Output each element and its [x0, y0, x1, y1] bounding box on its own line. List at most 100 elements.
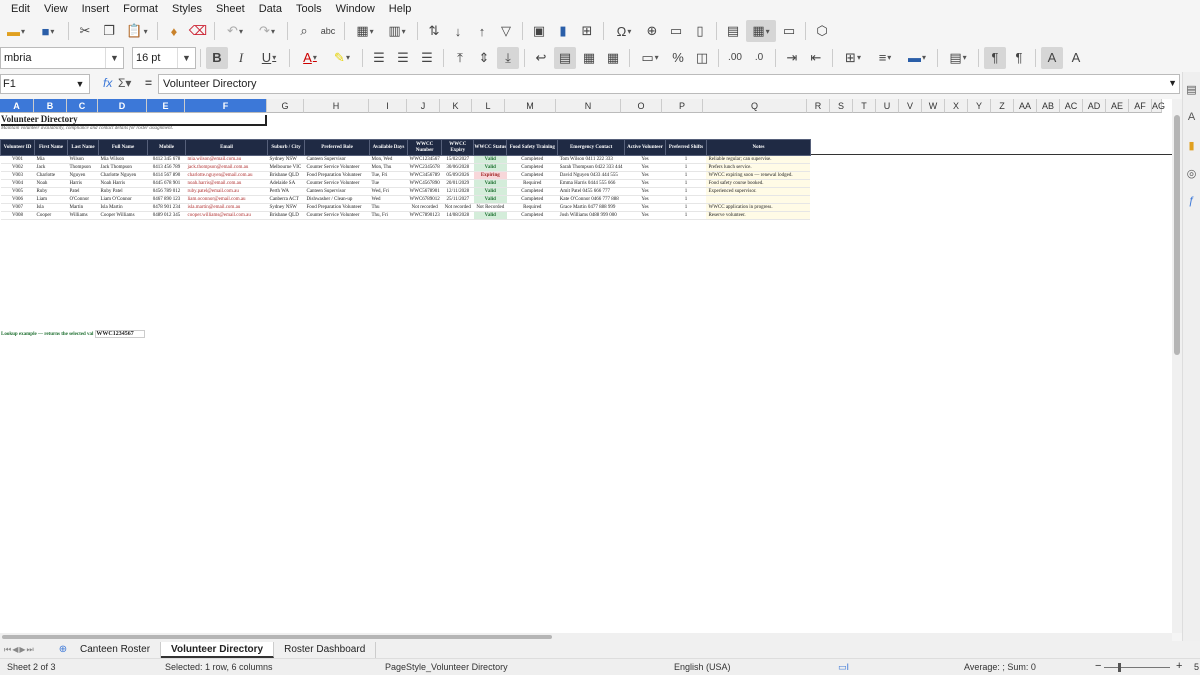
zoom-slider-handle[interactable] [1118, 663, 1121, 672]
zoom-slider[interactable] [1104, 667, 1170, 668]
table-cell[interactable]: 0413 456 789 [147, 163, 186, 172]
open-folder-icon[interactable]: ▬ [1, 20, 31, 42]
table-cell[interactable]: WWC6789012 [407, 195, 442, 204]
table-cell[interactable]: Wed, Fri [369, 187, 408, 196]
column-header[interactable]: N [556, 99, 621, 113]
table-cell[interactable]: Williams [67, 211, 99, 220]
tab-navigation-icon[interactable]: ⏮◀▶⏭ [0, 645, 56, 655]
menu-styles[interactable]: Styles [165, 3, 209, 15]
column-header[interactable]: AG [1152, 99, 1165, 113]
menu-sheet[interactable]: Sheet [209, 3, 252, 15]
table-cell[interactable]: Mon, Thu [369, 163, 408, 172]
table-cell[interactable]: Wilson [67, 155, 99, 164]
table-cell[interactable]: Kate O'Connor 0466 777 888 [557, 195, 625, 204]
autofilter-icon[interactable]: ▽ [495, 20, 517, 42]
table-cell[interactable]: Thu [369, 203, 408, 212]
table-cell[interactable]: 25/11/2027 [441, 195, 474, 204]
chevron-down-icon[interactable]: ▼ [105, 47, 123, 68]
align-bottom-icon[interactable]: ⤓ [497, 46, 519, 69]
function-wizard-icon[interactable]: fx [103, 76, 112, 90]
table-cell[interactable]: Food Preparation Volunteer [304, 171, 370, 180]
table-cell[interactable]: Valid [473, 187, 507, 196]
column-header[interactable]: R [807, 99, 830, 113]
table-cell[interactable]: cooper.williams@email.com.au [185, 211, 268, 220]
unmerge-cells-icon[interactable]: ▦ [602, 47, 624, 69]
sort-icon[interactable]: ⇅ [423, 20, 445, 42]
table-cell[interactable]: V005 [0, 187, 35, 196]
column-header[interactable]: B [34, 99, 67, 113]
increase-indent-icon[interactable]: ⇥ [781, 47, 803, 69]
table-cell[interactable]: Nguyen [67, 171, 99, 180]
table-header-cell[interactable]: Preferred Role [304, 139, 370, 156]
properties-icon[interactable]: ▤ [1183, 78, 1200, 100]
table-header-cell[interactable]: WWCC Number [406, 139, 443, 156]
text-direction-horizontal-icon[interactable]: A [1041, 46, 1063, 69]
lookup-value[interactable]: WWC1234567 [95, 330, 145, 338]
column-header[interactable]: A [0, 99, 34, 113]
table-cell[interactable]: Tue [369, 179, 408, 188]
column-header[interactable]: Z [991, 99, 1014, 113]
font-size-box[interactable]: 16 pt ▼ [132, 46, 196, 69]
row-icon[interactable]: ▦ [350, 20, 380, 42]
table-cell[interactable]: Amit Patel 0455 666 777 [557, 187, 625, 196]
table-cell[interactable]: charlotte.nguyen@email.com.au [185, 171, 268, 180]
table-cell[interactable]: Canberra ACT [267, 195, 305, 204]
menu-help[interactable]: Help [382, 3, 419, 15]
table-cell[interactable]: Valid [473, 155, 507, 164]
table-cell[interactable]: V003 [0, 171, 35, 180]
table-cell[interactable]: WWC5678901 [407, 187, 442, 196]
column-header[interactable]: H [304, 99, 369, 113]
column-header[interactable]: J [407, 99, 440, 113]
gallery-icon[interactable]: ▮ [1183, 134, 1200, 156]
table-cell[interactable]: isla.martin@email.com.au [185, 203, 268, 212]
font-color-icon[interactable]: A [295, 47, 325, 69]
horizontal-scroll-thumb[interactable] [2, 635, 552, 639]
table-header-cell[interactable]: Notes [705, 139, 811, 156]
table-cell[interactable]: Required [506, 179, 558, 188]
copy-icon[interactable]: ❐ [98, 20, 120, 42]
table-cell[interactable]: 0467 890 123 [147, 195, 186, 204]
formula-input[interactable]: Volunteer Directory ▼ [158, 74, 1180, 94]
find-replace-icon[interactable]: ⌕ [293, 20, 315, 42]
table-cell[interactable]: Emma Harris 0444 555 666 [557, 179, 625, 188]
table-cell[interactable]: WWCC application in progress. [706, 203, 811, 212]
table-cell[interactable]: 0489 012 345 [147, 211, 186, 220]
table-cell[interactable]: 1 [665, 171, 707, 180]
table-cell[interactable]: Wed [369, 195, 408, 204]
table-cell[interactable]: Tue, Fri [369, 171, 408, 180]
table-cell[interactable]: Yes [624, 187, 666, 196]
table-cell[interactable]: 05/09/2026 [441, 171, 474, 180]
table-cell[interactable]: Mia [34, 155, 68, 164]
table-cell[interactable]: 1 [665, 187, 707, 196]
column-header[interactable]: Y [968, 99, 991, 113]
table-cell[interactable]: Reliable regular; can supervise. [706, 155, 811, 164]
column-header[interactable]: AD [1083, 99, 1106, 113]
column-header[interactable]: M [505, 99, 556, 113]
table-cell[interactable]: Martin [67, 203, 99, 212]
currency-format-icon[interactable]: ▭ [635, 47, 665, 69]
table-cell[interactable]: mia.wilson@email.com.au [185, 155, 268, 164]
delete-decimal-icon[interactable]: .0 [748, 47, 770, 69]
borders-icon[interactable]: ⊞ [838, 47, 868, 69]
clear-formatting-icon[interactable]: ⌫ [187, 20, 209, 42]
menu-window[interactable]: Window [329, 3, 382, 15]
percent-format-icon[interactable]: % [667, 47, 689, 69]
add-decimal-icon[interactable]: .00 [724, 47, 746, 69]
table-cell[interactable]: Brisbane QLD [267, 171, 305, 180]
menu-format[interactable]: Format [116, 3, 165, 15]
table-cell[interactable]: Isla [34, 203, 68, 212]
table-cell[interactable]: Thu, Fri [369, 211, 408, 220]
table-cell[interactable]: Adelaide SA [267, 179, 305, 188]
table-cell[interactable]: Prefers lunch service. [706, 163, 811, 172]
table-cell[interactable]: Mia Wilson [98, 155, 148, 164]
table-cell[interactable]: Valid [473, 211, 507, 220]
align-left-icon[interactable]: ☰ [368, 47, 390, 69]
zoom-in-button[interactable]: + [1176, 660, 1182, 672]
menu-edit[interactable]: Edit [4, 3, 37, 15]
column-header[interactable]: AE [1106, 99, 1129, 113]
table-cell[interactable]: 0478 901 234 [147, 203, 186, 212]
table-cell[interactable]: Completed [506, 163, 558, 172]
column-header[interactable]: I [369, 99, 407, 113]
table-cell[interactable]: Completed [506, 211, 558, 220]
special-character-icon[interactable]: Ω [609, 20, 639, 42]
